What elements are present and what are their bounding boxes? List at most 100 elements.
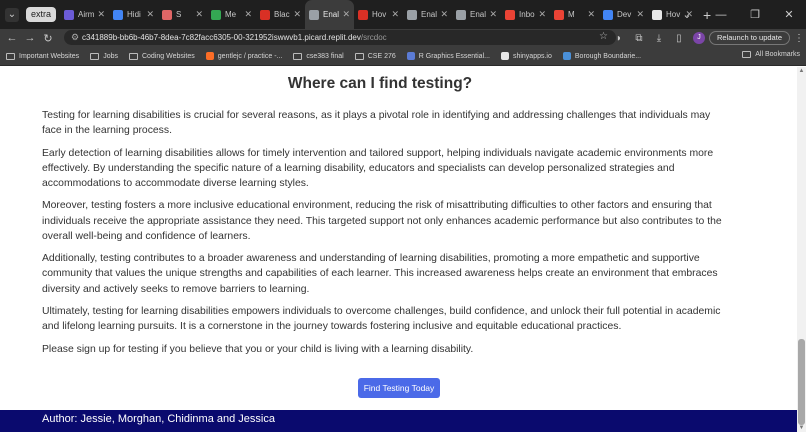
browser-tab[interactable]: Enal ✕	[403, 0, 452, 29]
tab-list: Airm ✕ Hidi ✕ S ✕ Me ✕ Blac ✕ Enal ✕ Hov ✕ Enal ✕ Enal ✕ I…	[60, 0, 697, 29]
browser-tab[interactable]: Hov ✕	[354, 0, 403, 29]
browser-tab[interactable]: Airm ✕	[60, 0, 109, 29]
tab-title: Inbo	[519, 10, 535, 19]
bookmark-item[interactable]: cse383 final	[293, 52, 344, 60]
tab-close-icon[interactable]: ✕	[538, 9, 546, 20]
extensions-puzzle-icon[interactable]: ⧉	[629, 33, 649, 44]
all-bookmarks-label: All Bookmarks	[755, 51, 800, 58]
folder-icon	[354, 52, 364, 60]
toolbar-actions: ◗ ⧉ ⤓ ▯ J Relaunch to update ⋮	[609, 29, 806, 47]
bookmark-label: shinyapps.io	[512, 52, 552, 60]
paragraphs: Testing for learning disabilities is cru…	[42, 108, 722, 364]
page-content: Where can I find testing? Testing for le…	[0, 67, 797, 432]
side-panel-icon[interactable]: ▯	[669, 33, 689, 44]
relaunch-to-update-button[interactable]: Relaunch to update	[708, 31, 790, 45]
browser-tab[interactable]: Inbo ✕	[501, 0, 550, 29]
download-icon[interactable]: ⤓	[649, 33, 669, 44]
tab-favicon-icon	[260, 9, 271, 20]
tab-title: M	[568, 10, 575, 19]
folder-icon	[293, 52, 303, 60]
bookmark-item[interactable]: gentlejc / practice -...	[205, 52, 282, 60]
minimize-icon[interactable]: —	[704, 9, 738, 21]
address-bar[interactable]: ⚙ c341889b-bb6b-46b7-8dea-7c82facc6305-0…	[64, 30, 616, 45]
browser-tab[interactable]: S ✕	[158, 0, 207, 29]
browser-tab[interactable]: Enal ✕	[452, 0, 501, 29]
paragraph: Early detection of learning disabilities…	[42, 147, 714, 189]
bookmark-item[interactable]: CSE 276	[354, 52, 396, 60]
tab-title: Dev	[617, 10, 632, 19]
scroll-thumb[interactable]	[798, 339, 805, 425]
tab-close-icon[interactable]: ✕	[195, 9, 203, 20]
tab-close-icon[interactable]: ✕	[391, 9, 399, 20]
tab-close-icon[interactable]: ✕	[440, 9, 448, 20]
bookmark-item[interactable]: R Graphics Essential...	[406, 52, 490, 60]
browser-tab[interactable]: Me ✕	[207, 0, 256, 29]
bookmark-item[interactable]: Borough Boundarie...	[562, 52, 641, 60]
bookmark-label: cse383 final	[306, 52, 344, 60]
browser-tab[interactable]: Enal ✕	[305, 0, 355, 29]
all-bookmarks[interactable]: All Bookmarks	[742, 51, 800, 58]
page-title: Where can I find testing?	[287, 75, 473, 92]
forward-arrow-icon[interactable]: →	[21, 32, 39, 44]
tab-close-icon[interactable]: ✕	[146, 9, 154, 20]
tab-close-icon[interactable]: ✕	[97, 9, 105, 20]
scroll-down-arrow-icon[interactable]: ▼	[797, 424, 806, 432]
paragraph: Moreover, testing fosters a more inclusi…	[42, 200, 722, 242]
tab-title: Hidi	[127, 10, 141, 19]
tab-title: S	[176, 10, 182, 19]
site-favicon-icon	[406, 52, 415, 60]
paragraph: Testing for learning disabilities is cru…	[42, 110, 711, 137]
tab-favicon-icon	[652, 9, 663, 20]
tab-search-chevron-icon[interactable]: ⌄	[5, 7, 19, 22]
tab-close-icon[interactable]: ✕	[293, 9, 301, 20]
site-info-icon[interactable]: ⚙	[68, 32, 82, 43]
tab-close-icon[interactable]: ✕	[587, 9, 595, 20]
reload-icon[interactable]: ↻	[39, 32, 57, 45]
folder-icon	[128, 52, 138, 60]
tab-close-icon[interactable]: ✕	[636, 9, 644, 20]
footer: Author: Jessie, Morghan, Chidinma and Je…	[0, 410, 797, 432]
chevron-down-icon[interactable]: ⌄	[670, 8, 704, 21]
bookmark-label: Jobs	[103, 52, 118, 60]
tab-favicon-icon	[162, 9, 173, 20]
bookmark-item[interactable]: Jobs	[90, 52, 118, 60]
site-favicon-icon	[500, 52, 509, 60]
close-window-icon[interactable]: ✕	[772, 8, 806, 21]
browser-tab[interactable]: Blac ✕	[256, 0, 305, 29]
browser-tab[interactable]: M ✕	[550, 0, 599, 29]
bookmark-label: Coding Websites	[141, 52, 195, 60]
tab-strip: ⌄ extra Airm ✕ Hidi ✕ S ✕ Me ✕ Blac ✕ Enal ✕ Hov ✕ Ena…	[0, 0, 806, 29]
page-scrollbar[interactable]: ▲ ▼	[797, 67, 806, 432]
paragraph: Please sign up for testing if you believ…	[42, 343, 474, 355]
tab-group-label[interactable]: extra	[26, 7, 57, 22]
folder-icon	[6, 52, 15, 60]
tab-title: Hov	[372, 10, 387, 19]
tab-title: Blac	[274, 10, 290, 19]
more-menu-icon[interactable]: ⋮	[792, 33, 806, 44]
bookmark-item[interactable]: shinyapps.io	[500, 52, 552, 60]
tab-favicon-icon	[407, 9, 418, 20]
footer-authors: Author: Jessie, Morghan, Chidinma and Je…	[42, 413, 275, 425]
tab-favicon-icon	[603, 9, 614, 20]
tab-title: Airm	[78, 10, 95, 19]
restore-icon[interactable]: ❐	[738, 8, 772, 21]
bookmark-label: CSE 276	[367, 52, 396, 60]
bookmark-star-icon[interactable]: ☆	[599, 31, 608, 42]
site-favicon-icon	[205, 52, 214, 60]
tab-close-icon[interactable]: ✕	[489, 9, 497, 20]
window-controls: ⌄ — ❐ ✕	[670, 0, 806, 29]
bookmark-item[interactable]: Coding Websites	[128, 52, 195, 60]
address-url[interactable]: c341889b-bb6b-46b7-8dea-7c82facc6305-00-…	[82, 33, 387, 42]
browser-tab[interactable]: Dev ✕	[599, 0, 648, 29]
browser-tab[interactable]: Hidi ✕	[109, 0, 158, 29]
address-url-path: /srcdoc	[360, 33, 387, 42]
bookmark-item[interactable]: Important Websites	[6, 52, 79, 60]
tab-close-icon[interactable]: ✕	[342, 9, 350, 20]
tab-close-icon[interactable]: ✕	[244, 9, 252, 20]
profile-avatar[interactable]: J	[692, 32, 705, 44]
find-testing-button[interactable]: Find Testing Today	[358, 378, 440, 398]
back-arrow-icon[interactable]: ←	[3, 32, 21, 44]
scroll-up-arrow-icon[interactable]: ▲	[797, 67, 806, 75]
tab-favicon-icon	[211, 9, 222, 20]
extension-m-icon[interactable]: ◗	[609, 33, 629, 44]
